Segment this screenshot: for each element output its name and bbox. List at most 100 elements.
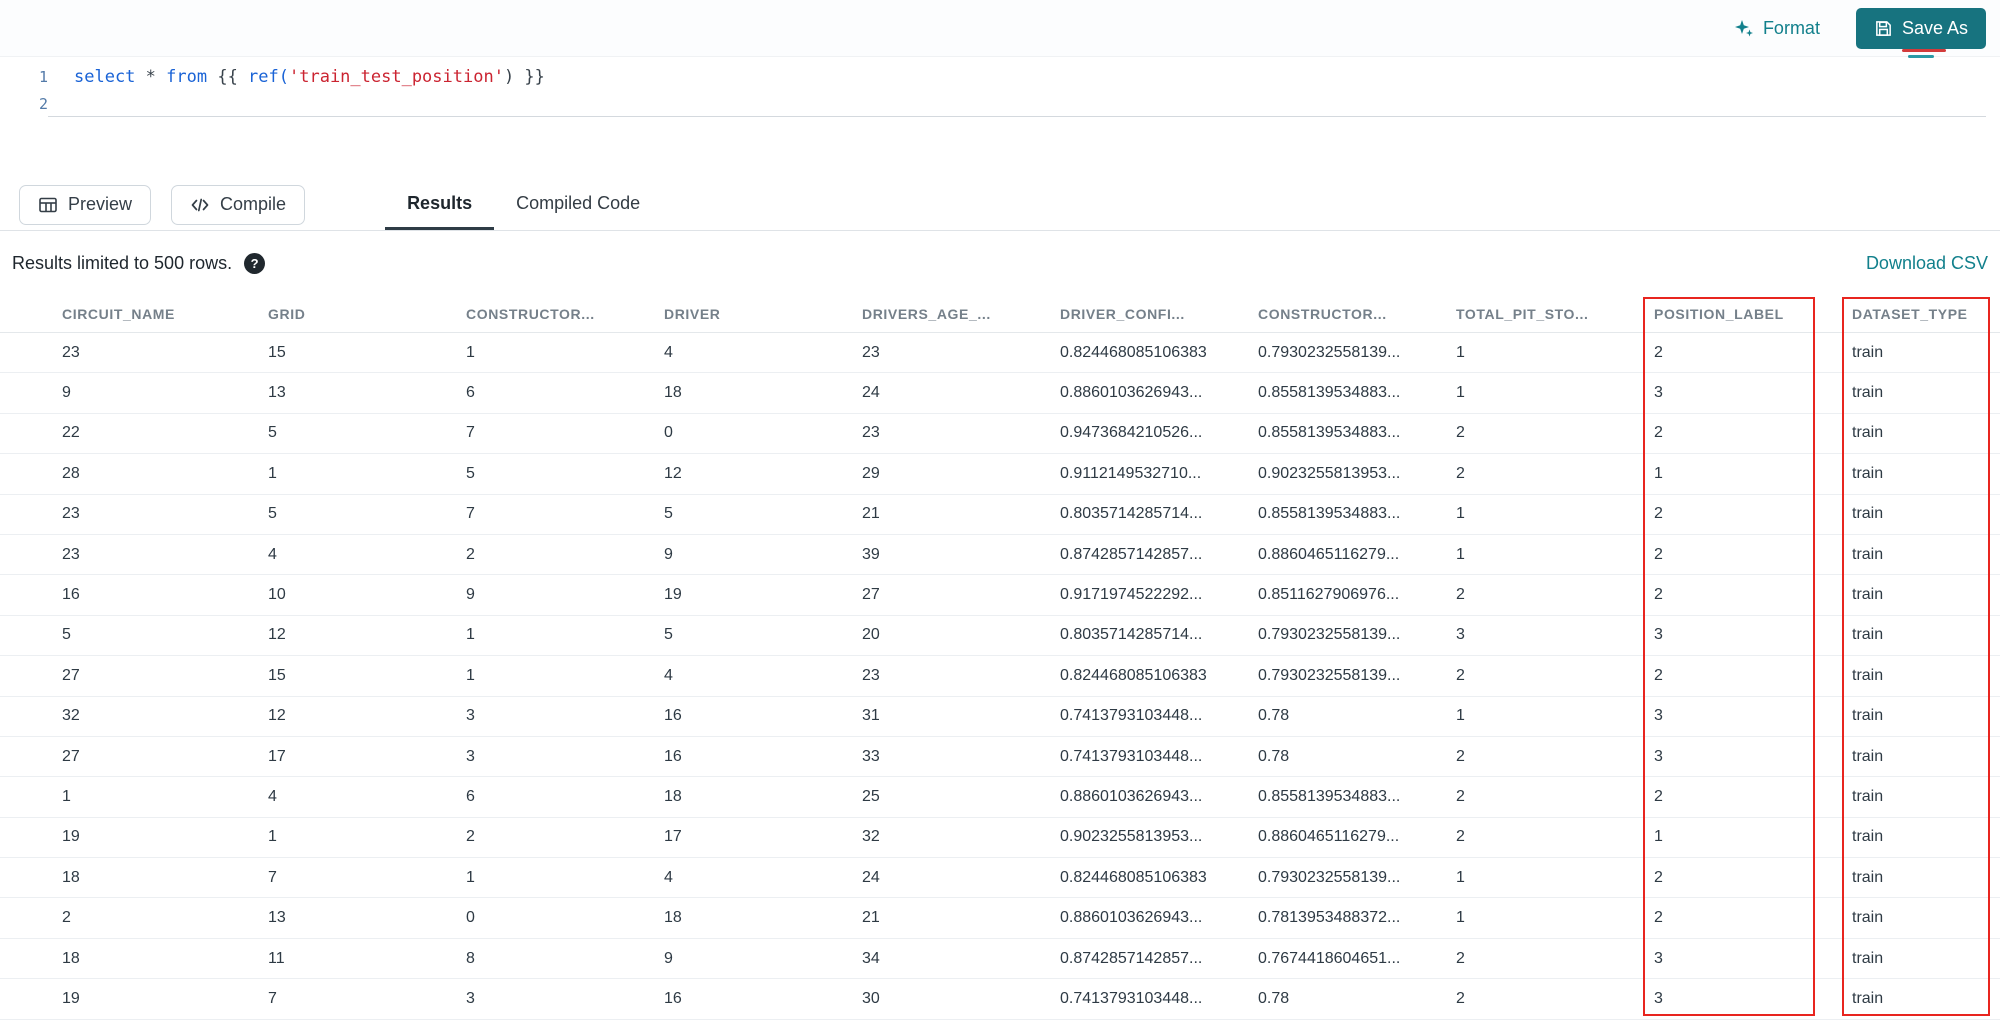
table-cell: train xyxy=(1852,787,1884,805)
tab-compiled-code[interactable]: Compiled Code xyxy=(494,179,662,230)
format-button[interactable]: Format xyxy=(1734,18,1820,39)
tab-results-label: Results xyxy=(407,192,473,213)
table-cell: 0.8511627906976... xyxy=(1258,586,1400,604)
table-cell: 0.8742857142857... xyxy=(1060,949,1203,967)
table-cell: 1 xyxy=(62,787,71,805)
table-cell: 24 xyxy=(862,868,880,886)
table-cell: 2 xyxy=(466,828,475,846)
download-csv-link[interactable]: Download CSV xyxy=(1866,253,1988,274)
table-cell: 16 xyxy=(664,989,682,1007)
table-cell: train xyxy=(1852,666,1884,684)
table-cell: 1 xyxy=(1456,343,1465,361)
table-cell: 0.7930232558139... xyxy=(1258,626,1401,644)
preview-button[interactable]: Preview xyxy=(19,184,152,225)
table-cell: 9 xyxy=(466,586,475,604)
table-cell: 0.824468085106383 xyxy=(1060,666,1207,684)
table-cell: 3 xyxy=(466,707,475,725)
table-cell: 18 xyxy=(664,909,682,927)
result-tabs: Results Compiled Code xyxy=(385,179,662,230)
table-cell: 18 xyxy=(62,868,80,886)
table-cell: 0.8558139534883... xyxy=(1258,505,1401,523)
table-cell: 1 xyxy=(466,343,475,361)
table-row: 27 15 1 4 23 0.824468085106383 0.7930232558139… xyxy=(0,656,2000,697)
table-cell: 5 xyxy=(268,424,277,442)
table-cell: 0.7930232558139... xyxy=(1258,868,1401,886)
tab-results[interactable]: Results xyxy=(385,179,495,230)
table-cell: 29 xyxy=(862,464,880,482)
table-cell: 1 xyxy=(466,666,475,684)
table-cell: 2 xyxy=(1456,747,1465,765)
table-cell: 8 xyxy=(466,949,475,967)
table-cell: 0.8742857142857... xyxy=(1060,545,1203,563)
table-cell: 39 xyxy=(862,545,880,563)
table-cell: 32 xyxy=(862,828,880,846)
code-icon xyxy=(191,198,209,211)
table-row: 5 12 1 5 20 0.8035714285714... 0.7930232558139… xyxy=(0,616,2000,657)
table-cell: 7 xyxy=(466,424,475,442)
table-cell: train xyxy=(1852,626,1884,644)
table-cell: 23 xyxy=(62,545,80,563)
table-cell: 1 xyxy=(1456,707,1465,725)
tab-compiled-code-label: Compiled Code xyxy=(516,192,641,213)
editor-line-1: 1 select * from {{ ref('train_test_posit… xyxy=(0,63,2000,90)
table-cell: 1 xyxy=(1456,909,1465,927)
table-cell: 0 xyxy=(466,909,475,927)
table-row: 23 15 1 4 23 0.824468085106383 0.7930232558139… xyxy=(0,333,2000,374)
table-cell: train xyxy=(1852,909,1884,927)
table-cell: 13 xyxy=(268,384,286,402)
table-cell: 11 xyxy=(268,949,285,967)
table-cell: 2 xyxy=(1456,464,1465,482)
table-row: 2 13 0 18 21 0.8860103626943... 0.781395348837… xyxy=(0,898,2000,939)
table-cell: train xyxy=(1852,545,1884,563)
line-number: 1 xyxy=(38,67,48,86)
sql-editor[interactable]: 1 select * from {{ ref('train_test_posit… xyxy=(0,57,2000,179)
table-cell: 4 xyxy=(664,868,673,886)
results-table-body: 23 15 1 4 23 0.824468085106383 0.7930232558139… xyxy=(0,333,2000,1020)
table-cell: train xyxy=(1852,586,1884,604)
table-row: 19 7 3 16 30 0.7413793103448... 0.78 2 3 train xyxy=(0,979,2000,1020)
table-cell: 23 xyxy=(862,666,880,684)
column-header: CONSTRUCTOR... xyxy=(1258,305,1387,322)
table-cell: train xyxy=(1852,464,1884,482)
save-icon xyxy=(1876,20,1891,36)
table-cell: 9 xyxy=(62,384,71,402)
jinja-close: ) }} xyxy=(503,66,545,87)
table-cell: 7 xyxy=(268,868,277,886)
table-cell: 0.8860103626943... xyxy=(1060,909,1203,927)
table-cell: 2 xyxy=(1654,787,1663,805)
table-cell: 12 xyxy=(268,707,286,725)
table-cell: 21 xyxy=(862,505,880,523)
ui-fragment xyxy=(1902,49,1982,61)
table-cell: 0.9171974522292... xyxy=(1060,586,1203,604)
table-cell: 5 xyxy=(62,626,71,644)
table-cell: 0.9473684210526... xyxy=(1060,424,1203,442)
table-cell: 17 xyxy=(268,747,286,765)
compile-label: Compile xyxy=(220,194,287,214)
table-cell: 7 xyxy=(466,505,475,523)
table-cell: 21 xyxy=(862,909,880,927)
action-bar: Preview Compile Results Compiled Code xyxy=(0,179,2000,231)
column-header: CIRCUIT_NAME xyxy=(62,305,175,322)
compile-button[interactable]: Compile xyxy=(171,184,306,225)
table-cell: 1 xyxy=(268,464,277,482)
table-cell: 20 xyxy=(862,626,880,644)
table-cell: 2 xyxy=(62,909,71,927)
table-cell: 2 xyxy=(1456,949,1465,967)
table-cell: train xyxy=(1852,828,1884,846)
table-cell: 16 xyxy=(664,747,682,765)
column-header: CONSTRUCTOR... xyxy=(466,305,595,322)
table-cell: 0.78 xyxy=(1258,707,1290,725)
table-cell: 4 xyxy=(664,343,673,361)
table-cell: 23 xyxy=(862,343,880,361)
column-header: TOTAL_PIT_STO... xyxy=(1456,305,1589,322)
save-as-button[interactable]: Save As xyxy=(1855,7,1986,49)
table-cell: 0.8860465116279... xyxy=(1258,545,1400,563)
save-as-label: Save As xyxy=(1901,17,1968,38)
help-icon[interactable]: ? xyxy=(244,252,266,274)
table-cell: 1 xyxy=(268,828,277,846)
table-cell: 0.8035714285714... xyxy=(1060,505,1203,523)
sql-string: 'train_test_position' xyxy=(289,66,504,87)
table-header: CIRCUIT_NAME GRID CONSTRUCTOR... DRIVER DRIV… xyxy=(0,295,2000,333)
table-cell: train xyxy=(1852,384,1884,402)
table-cell: 27 xyxy=(862,586,880,604)
